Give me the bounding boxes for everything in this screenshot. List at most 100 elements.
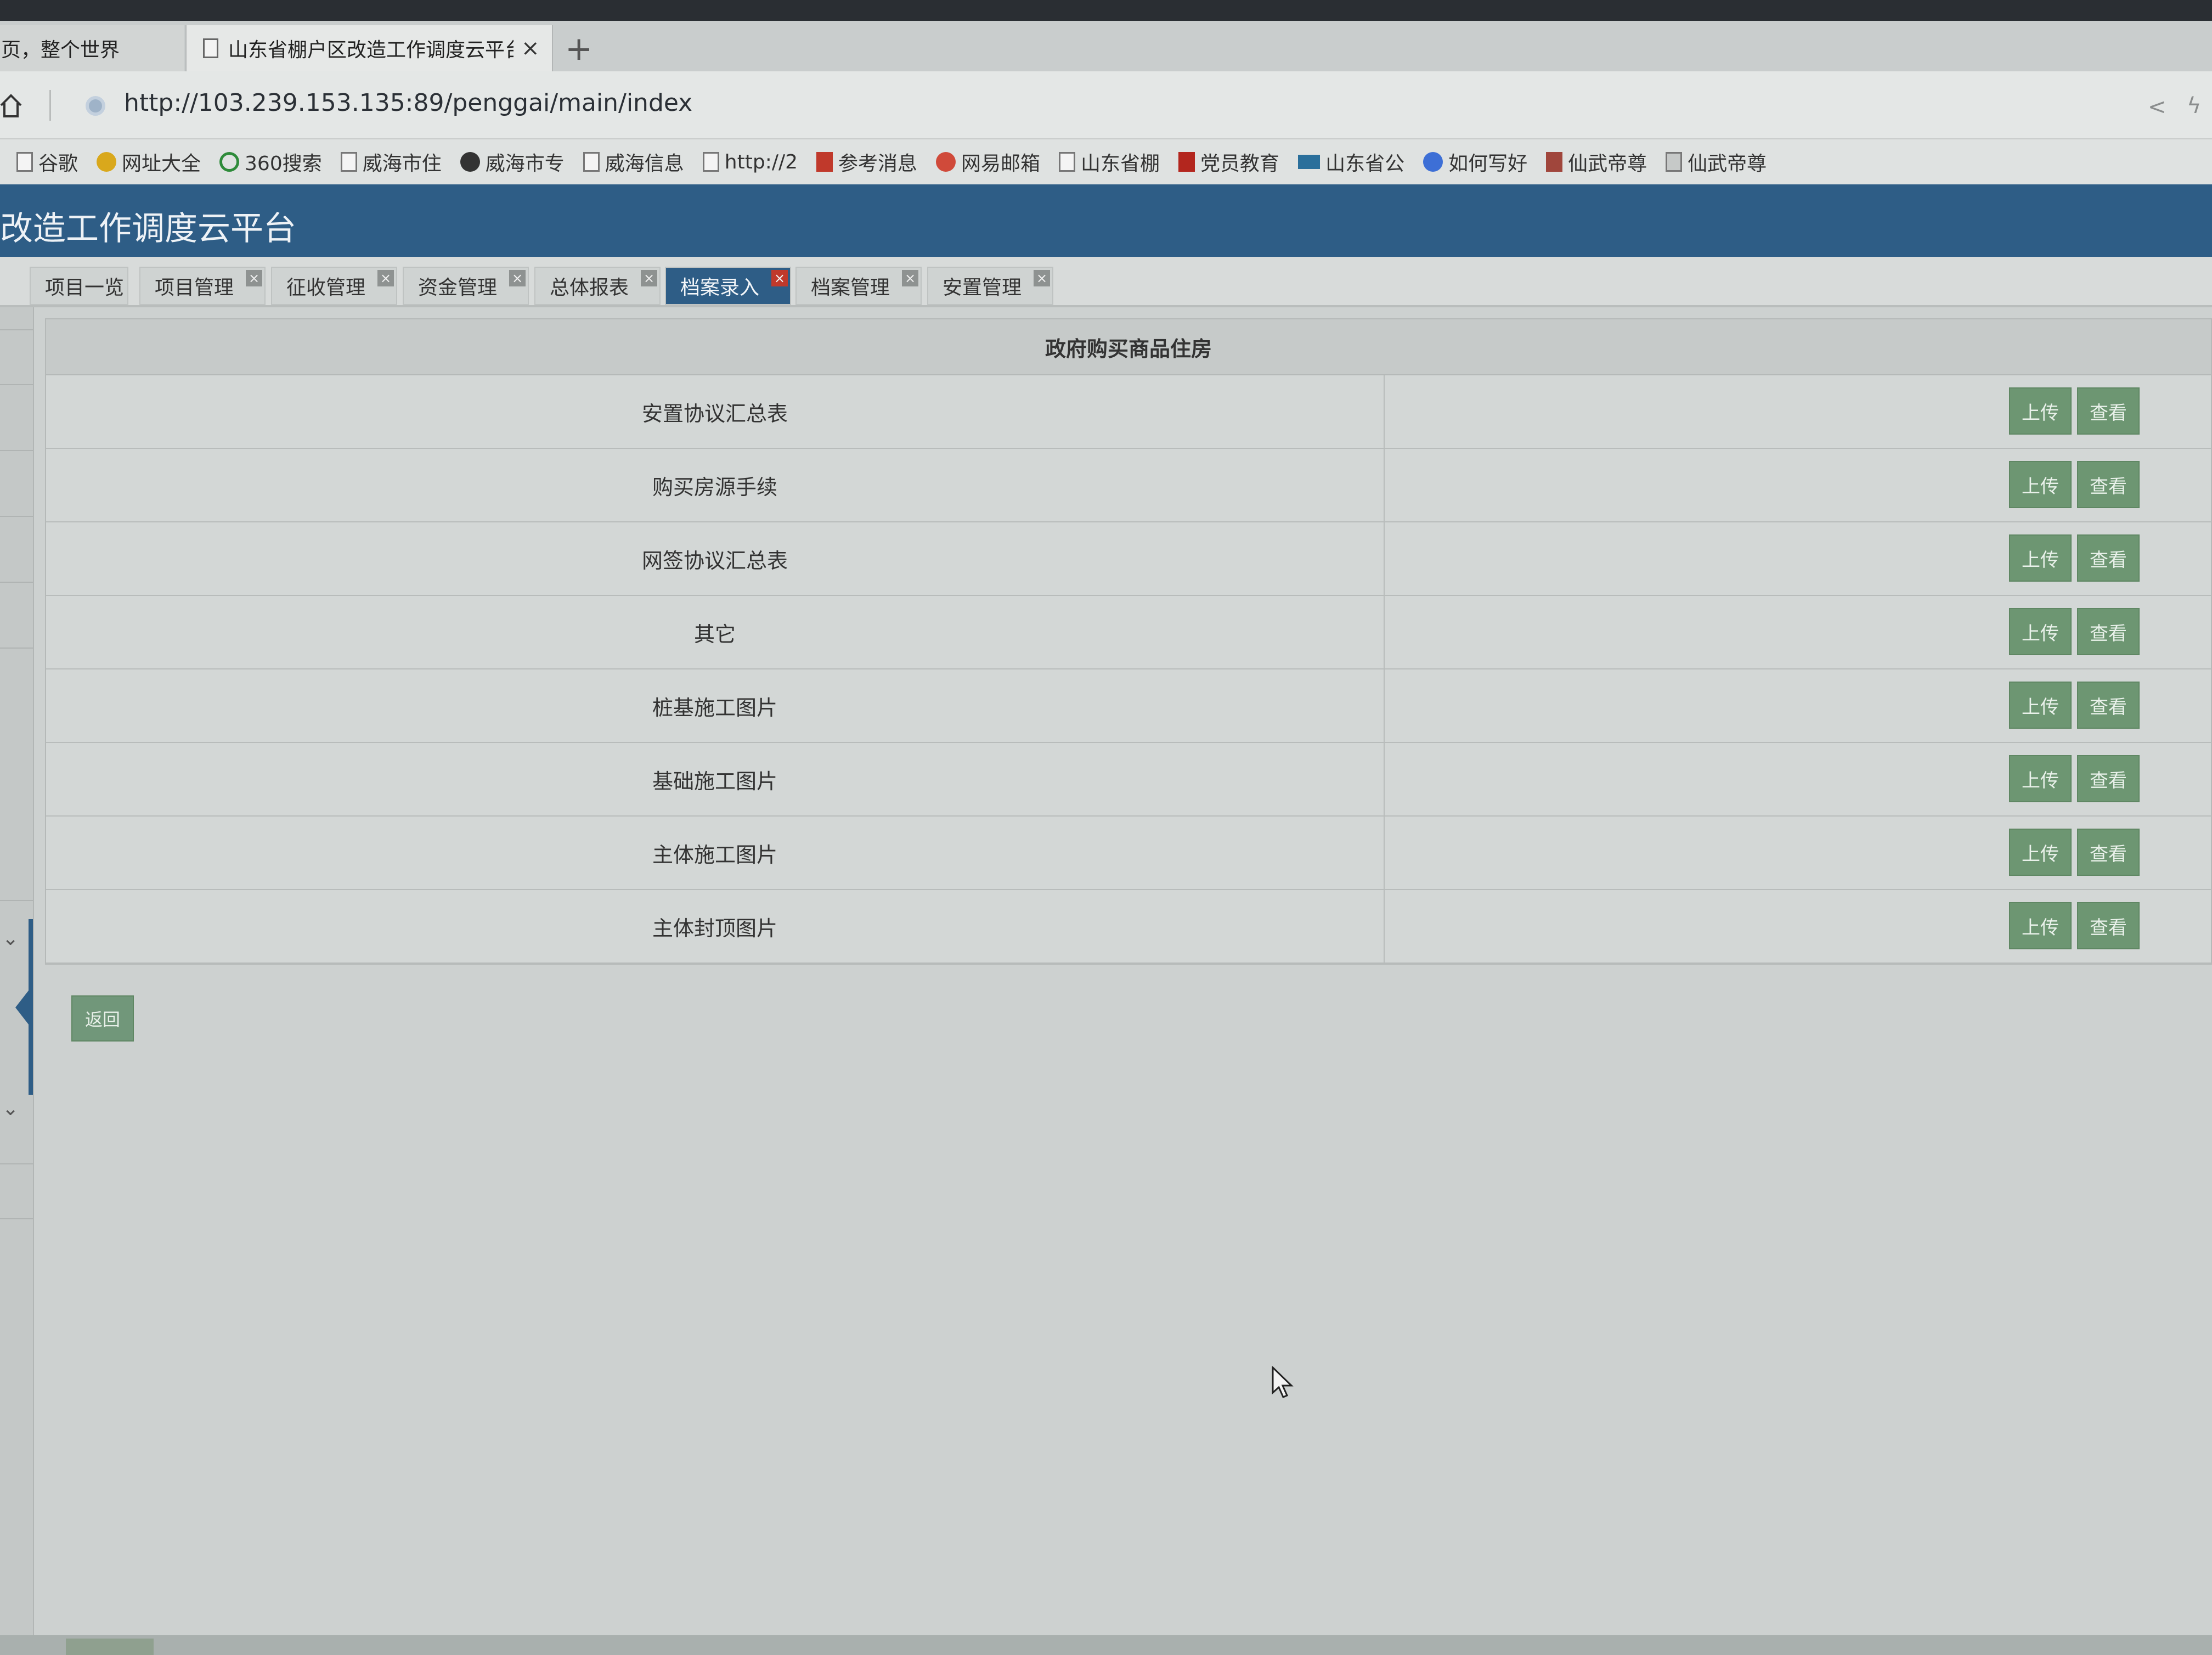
main-content: 政府购买商品住房 安置协议汇总表 上传 查看 购买房源手续 上传 查看 网签协议… [34, 307, 2212, 1635]
book-icon [1546, 152, 1563, 172]
table-row: 桩基施工图片 上传 查看 [46, 669, 2211, 743]
row-actions: 上传 查看 [2009, 829, 2140, 876]
bookmark-item[interactable]: 参考消息 [816, 148, 917, 176]
back-button[interactable]: 返回 [71, 995, 134, 1042]
view-button[interactable]: 查看 [2077, 608, 2140, 655]
chevron-down-icon[interactable]: ⌄ [2, 1097, 19, 1120]
close-icon[interactable]: × [521, 36, 540, 61]
view-button[interactable]: 查看 [2077, 387, 2140, 435]
tab-label: 安置管理 [943, 277, 1022, 299]
upload-button[interactable]: 上传 [2009, 682, 2072, 729]
sidebar-collapse-arrow-icon[interactable] [15, 988, 31, 1027]
row-label: 网签协议汇总表 [46, 522, 1385, 595]
page-tab-bar: 项目一览 项目管理 × 征收管理 × 资金管理 × 总体报表 × 档案录入 × … [0, 257, 2212, 307]
screen-bezel [0, 0, 2212, 21]
tab-close-icon[interactable]: × [246, 270, 262, 286]
table-row: 购买房源手续 上传 查看 [46, 449, 2211, 522]
view-button[interactable]: 查看 [2077, 902, 2140, 949]
bookmark-label: 360搜索 [245, 153, 322, 175]
upload-button[interactable]: 上传 [2009, 829, 2072, 876]
bookmark-item[interactable]: 360搜索 [219, 148, 322, 176]
bookmark-item[interactable]: 仙武帝尊 [1666, 148, 1767, 176]
app-title: 改造工作调度云平台 [0, 210, 296, 248]
tab-label: 总体报表 [550, 277, 629, 299]
chevron-down-icon[interactable]: ⌄ [2, 927, 19, 950]
bookmark-item[interactable]: 威海市住 [340, 148, 442, 176]
taskbar [0, 1635, 2212, 1655]
browser-tab-title: 页，整个世界 [1, 39, 120, 61]
doc-icon [583, 152, 600, 172]
tab-archive-entry[interactable]: 档案录入 × [665, 267, 791, 305]
browser-tab-strip: 页，整个世界 山东省棚户区改造工作调度云平台 × + [0, 21, 2212, 71]
lightning-icon[interactable]: ϟ [2187, 93, 2201, 119]
share-icon[interactable]: < [2148, 94, 2166, 120]
view-button[interactable]: 查看 [2077, 534, 2140, 582]
browser-tab-title: 山东省棚户区改造工作调度云平台 [228, 39, 514, 61]
bookmark-item[interactable]: 山东省棚 [1059, 148, 1160, 176]
tab-archive-management[interactable]: 档案管理 × [795, 267, 922, 305]
file-cell: 上传 查看 [1385, 890, 2211, 962]
bookmark-item[interactable]: 威海信息 [583, 148, 684, 176]
mail-icon [936, 152, 956, 172]
tab-close-icon[interactable]: × [641, 270, 657, 286]
tab-label: 项目管理 [155, 277, 234, 299]
tab-close-icon[interactable]: × [902, 270, 918, 286]
row-actions: 上传 查看 [2009, 387, 2140, 435]
upload-button[interactable]: 上传 [2009, 387, 2072, 435]
tab-close-icon[interactable]: × [377, 270, 394, 286]
upload-button[interactable]: 上传 [2009, 755, 2072, 802]
bookmark-item[interactable]: 如何写好 [1423, 148, 1527, 176]
tab-expropriation-management[interactable]: 征收管理 × [271, 267, 397, 305]
bookmark-item[interactable]: 谷歌 [16, 148, 78, 176]
bookmark-item[interactable]: http://2 [702, 150, 798, 173]
new-tab-button[interactable]: + [565, 30, 592, 68]
tab-close-icon[interactable]: × [771, 270, 788, 286]
sidebar-divider [0, 900, 33, 901]
table-row: 其它 上传 查看 [46, 596, 2211, 669]
bookmark-label: 谷歌 [38, 153, 78, 175]
view-button[interactable]: 查看 [2077, 682, 2140, 729]
upload-button[interactable]: 上传 [2009, 534, 2072, 582]
tab-label: 档案管理 [811, 277, 890, 299]
upload-button[interactable]: 上传 [2009, 461, 2072, 508]
home-icon[interactable] [0, 93, 22, 117]
search-icon [219, 152, 240, 172]
taskbar-item[interactable] [66, 1639, 154, 1655]
view-button[interactable]: 查看 [2077, 461, 2140, 508]
url-input[interactable]: http://103.239.153.135:89/penggai/main/i… [124, 89, 692, 117]
archive-table: 政府购买商品住房 安置协议汇总表 上传 查看 购买房源手续 上传 查看 网签协议… [45, 318, 2212, 965]
tab-close-icon[interactable]: × [1034, 270, 1050, 286]
doc-icon [16, 152, 33, 172]
view-button[interactable]: 查看 [2077, 755, 2140, 802]
view-button[interactable]: 查看 [2077, 829, 2140, 876]
upload-button[interactable]: 上传 [2009, 902, 2072, 949]
bookmark-item[interactable]: 山东省公 [1298, 148, 1404, 176]
tab-project-management[interactable]: 项目管理 × [139, 267, 266, 305]
bookmark-label: http://2 [724, 150, 798, 173]
table-row: 主体封顶图片 上传 查看 [46, 890, 2211, 964]
tab-fund-management[interactable]: 资金管理 × [403, 267, 529, 305]
bookmark-item[interactable]: 网易邮箱 [936, 148, 1040, 176]
address-separator [49, 90, 51, 121]
bookmark-label: 威海市住 [362, 153, 442, 175]
browser-tab-active[interactable]: 山东省棚户区改造工作调度云平台 × [185, 25, 553, 71]
bookmarks-bar: 谷歌 网址大全 360搜索 威海市住 威海市专 威海信息 http://2 参考… [0, 139, 2212, 184]
bookmark-label: 参考消息 [838, 153, 918, 175]
tab-overall-report[interactable]: 总体报表 × [534, 267, 661, 305]
tab-project-overview[interactable]: 项目一览 [30, 267, 128, 305]
sidebar-divider [0, 384, 33, 385]
file-cell: 上传 查看 [1385, 449, 2211, 521]
bookmark-item[interactable]: 党员教育 [1178, 148, 1279, 176]
sidebar-divider [0, 1218, 33, 1219]
bookmark-label: 山东省公 [1325, 153, 1405, 175]
tab-label: 征收管理 [286, 277, 366, 299]
site-security-icon[interactable] [86, 96, 105, 116]
bookmark-item[interactable]: 威海市专 [460, 148, 565, 176]
browser-tab-inactive[interactable]: 页，整个世界 [0, 25, 184, 71]
tab-resettlement-management[interactable]: 安置管理 × [927, 267, 1053, 305]
paw-icon [1423, 152, 1443, 172]
bookmark-item[interactable]: 网址大全 [97, 148, 201, 176]
upload-button[interactable]: 上传 [2009, 608, 2072, 655]
bookmark-item[interactable]: 仙武帝尊 [1546, 148, 1647, 176]
tab-close-icon[interactable]: × [509, 270, 526, 286]
